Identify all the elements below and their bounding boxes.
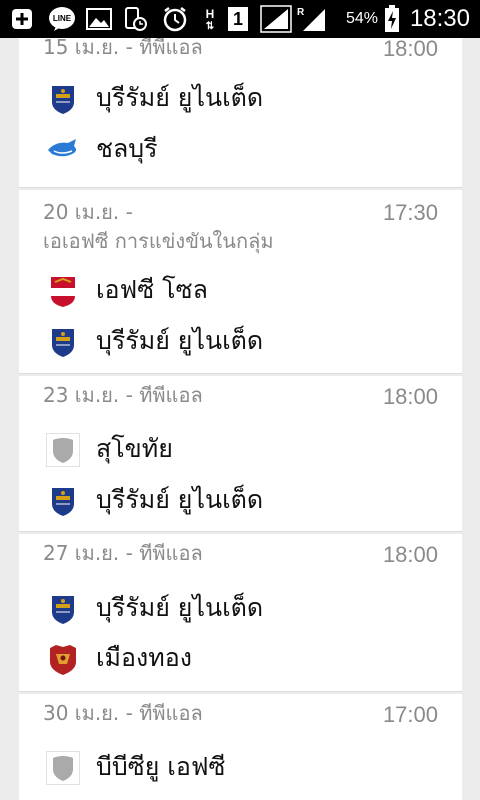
data-arrows-icon: ⇅	[205, 20, 215, 32]
team-name: ชลบุรี	[96, 134, 158, 163]
sim-indicator: 1	[226, 0, 250, 38]
match-header: 27 เม.ย. - ทีพีแอล 18:00	[19, 534, 462, 582]
fc-seoul-crest-icon	[46, 274, 80, 308]
generic-shield-icon	[46, 751, 80, 785]
team-row: บุรีรัมย์ ยูไนเต็ด	[19, 480, 462, 520]
team-row: เอฟซี โซล	[19, 270, 462, 310]
match-time: 17:30	[382, 200, 438, 225]
team-name: บุรีรัมย์ ยูไนเต็ด	[96, 326, 264, 355]
sim-label: 1	[228, 7, 248, 31]
match-meta: 30 เม.ย. - ทีพีแอล	[43, 701, 203, 725]
gallery-icon	[84, 0, 114, 38]
match-meta: 15 เม.ย. - ทีพีแอล	[43, 38, 203, 59]
team-name: สุโขทัย	[96, 434, 173, 463]
clock-time: 18:30	[409, 5, 470, 32]
team-name: บุรีรัมย์ ยูไนเต็ด	[96, 83, 264, 112]
match-card[interactable]: 23 เม.ย. - ทีพีแอล 18:00 สุโขทัย บุรีรัม…	[19, 376, 462, 532]
team-row: เมืองทอง	[19, 638, 462, 678]
battery-charging-icon	[382, 0, 402, 38]
team-row: สุโขทัย	[19, 429, 462, 469]
muangthong-crest-icon	[46, 642, 80, 676]
alarm-icon	[158, 0, 192, 38]
battery-percent: 54%	[345, 10, 378, 27]
team-row: บีบีซียู เอฟซี	[19, 747, 462, 787]
buriram-crest-icon	[46, 82, 80, 116]
buriram-crest-icon	[46, 592, 80, 626]
generic-shield-icon	[46, 433, 80, 467]
match-card[interactable]: 20 เม.ย. - เอเอฟซี การแข่งขันในกลุ่ม 17:…	[19, 190, 462, 374]
signal-roaming-icon: R	[296, 0, 328, 38]
team-name: เอฟซี โซล	[96, 275, 208, 304]
match-card[interactable]: 15 เม.ย. - ทีพีแอล 18:00 บุรีรัมย์ ยูไนเ…	[19, 38, 462, 188]
signal-r-label: R	[297, 7, 305, 18]
match-time: 18:00	[382, 38, 438, 61]
team-name: เมืองทอง	[96, 643, 192, 672]
status-bar: LINE H ⇅ 1 R 54% 18:30	[0, 0, 480, 38]
match-card[interactable]: 27 เม.ย. - ทีพีแอล 18:00 บุรีรัมย์ ยูไนเ…	[19, 534, 462, 692]
signal-h-label: H	[205, 6, 215, 21]
team-row: บุรีรัมย์ ยูไนเต็ด	[19, 78, 462, 118]
match-meta: 23 เม.ย. - ทีพีแอล	[43, 383, 203, 407]
add-icon	[6, 0, 38, 38]
match-header: 30 เม.ย. - ทีพีแอล 17:00	[19, 694, 462, 742]
team-name: บุรีรัมย์ ยูไนเต็ด	[96, 485, 264, 514]
match-header: 15 เม.ย. - ทีพีแอล 18:00	[19, 38, 462, 76]
team-row: บุรีรัมย์ ยูไนเต็ด	[19, 321, 462, 361]
buriram-crest-icon	[46, 325, 80, 359]
match-time: 18:00	[382, 542, 438, 567]
line-app-label: LINE	[53, 14, 72, 23]
line-app-icon: LINE	[46, 0, 78, 38]
phone-clock-icon	[120, 0, 150, 38]
team-row: บุรีรัมย์ ยูไนเต็ด	[19, 588, 462, 628]
match-card[interactable]: 30 เม.ย. - ทีพีแอล 17:00 บีบีซียู เอฟซี	[19, 694, 462, 800]
match-meta: 20 เม.ย. -	[43, 200, 133, 224]
match-meta-line2: เอเอฟซี การแข่งขันในกลุ่ม	[43, 229, 274, 253]
match-header: 23 เม.ย. - ทีพีแอล 18:00	[19, 376, 462, 424]
team-name: บีบีซียู เอฟซี	[96, 752, 226, 781]
buriram-crest-icon	[46, 484, 80, 518]
match-time: 17:00	[382, 702, 438, 727]
match-header: 20 เม.ย. - เอเอฟซี การแข่งขันในกลุ่ม 17:…	[19, 190, 462, 253]
team-name: บุรีรัมย์ ยูไนเต็ด	[96, 593, 264, 622]
match-meta: 27 เม.ย. - ทีพีแอล	[43, 541, 203, 565]
team-row: ชลบุรี	[19, 129, 462, 169]
fixtures-list[interactable]: 15 เม.ย. - ทีพีแอล 18:00 บุรีรัมย์ ยูไนเ…	[19, 38, 462, 800]
chonburi-shark-icon	[46, 133, 80, 167]
match-time: 18:00	[382, 384, 438, 409]
signal-icon	[258, 0, 294, 38]
data-h-indicator: H ⇅	[198, 0, 222, 38]
